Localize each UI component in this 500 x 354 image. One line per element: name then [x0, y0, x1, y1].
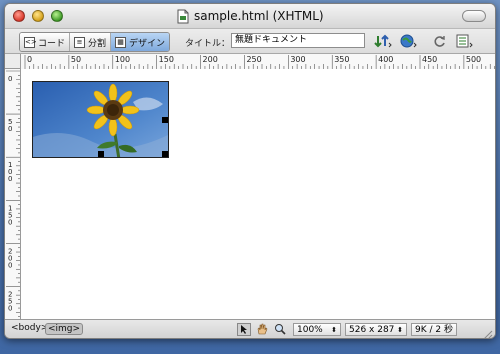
ruler-v-label: 0: [8, 261, 12, 269]
split-view-button[interactable]: ≡ 分割: [70, 33, 112, 51]
ruler-v-label: 0: [8, 125, 12, 133]
zoom-select-arrow-icon: ⬍: [331, 326, 337, 334]
ruler-origin[interactable]: [5, 54, 21, 69]
ruler-h-label: 50: [71, 55, 81, 64]
ruler-h-label: 200: [203, 55, 218, 64]
download-size-value: 9K / 2 秒: [415, 325, 453, 335]
design-view-button[interactable]: ▦ デザイン: [111, 33, 170, 51]
zoom-button[interactable]: [51, 10, 63, 22]
page-title-input[interactable]: [231, 33, 365, 48]
resize-handle-bottom[interactable]: [98, 151, 104, 157]
ruler-h-label: 0: [27, 55, 32, 64]
split-view-icon: ≡: [74, 36, 86, 48]
zoom-select[interactable]: 100% ⬍: [293, 323, 341, 336]
ruler-h-label: 350: [334, 55, 349, 64]
pointer-tool-icon[interactable]: [237, 323, 251, 336]
tag-selector-img[interactable]: <img>: [45, 323, 84, 335]
view-options-icon[interactable]: [455, 33, 475, 49]
design-view-label: デザイン: [129, 38, 166, 49]
window-size-arrow-icon: ⬍: [397, 326, 403, 334]
title-bar[interactable]: sample.html (XHTML): [5, 4, 495, 29]
vertical-ruler-ticks: 050100150200250: [6, 70, 20, 317]
ruler-h-label: 150: [159, 55, 174, 64]
vertical-ruler: 050100150200250: [5, 69, 21, 319]
resize-grip-icon[interactable]: [481, 326, 493, 338]
ruler-h-label: 100: [115, 55, 130, 64]
hand-tool-icon[interactable]: [255, 323, 269, 336]
close-button[interactable]: [13, 10, 25, 22]
ruler-v-label: 0: [8, 218, 12, 226]
horizontal-ruler: 0 50 100 150 200 250 300 350 400 450 500: [21, 54, 495, 70]
document-window: sample.html (XHTML) <> コード ≡ 分割 ▦ デザイン タ…: [4, 3, 496, 339]
resize-handle-right[interactable]: [162, 117, 168, 123]
download-size-readout: 9K / 2 秒: [411, 323, 457, 336]
code-view-icon: <>: [24, 36, 37, 48]
ruler-h-label: 300: [290, 55, 305, 64]
code-view-button[interactable]: <> コード: [20, 33, 71, 51]
document-icon: [177, 9, 189, 24]
preview-browser-icon[interactable]: [399, 33, 419, 49]
ruler-h-label: 500: [466, 55, 481, 64]
file-management-icon[interactable]: [373, 33, 393, 49]
zoom-tool-icon[interactable]: [273, 323, 287, 336]
zoom-value: 100%: [297, 325, 323, 335]
window-size-select[interactable]: 526 x 287 ⬍: [345, 323, 407, 336]
view-switcher: <> コード ≡ 分割 ▦ デザイン: [19, 32, 171, 52]
window-title: sample.html (XHTML): [177, 8, 324, 24]
ruler-v-label: 0: [8, 175, 12, 183]
design-view-icon: ▦: [115, 36, 127, 48]
ruler-h-label: 450: [422, 55, 437, 64]
status-bar: <body> <img> 100% ⬍ 526 x 287 ⬍ 9K / 2 秒: [5, 319, 495, 338]
design-canvas[interactable]: [21, 69, 495, 319]
ruler-h-label: 250: [246, 55, 261, 64]
ruler-h-label: 400: [378, 55, 393, 64]
sunflower-image[interactable]: [32, 81, 169, 158]
window-title-text: sample.html (XHTML): [194, 9, 324, 23]
window-size-value: 526 x 287: [349, 325, 395, 335]
minimize-button[interactable]: [32, 10, 44, 22]
horizontal-ruler-ticks: 0 50 100 150 200 250 300 350 400 450 500: [24, 55, 495, 69]
refresh-icon[interactable]: [431, 33, 447, 49]
ruler-v-label: 0: [8, 305, 12, 313]
tag-selector-body[interactable]: <body>: [11, 323, 48, 333]
document-toolbar: <> コード ≡ 分割 ▦ デザイン タイトル：: [5, 29, 495, 54]
ruler-v-label: 0: [8, 75, 12, 83]
split-view-label: 分割: [88, 38, 107, 49]
code-view-label: コード: [38, 38, 66, 49]
toolbar-toggle-button[interactable]: [462, 10, 486, 22]
page-title-label: タイトル：: [185, 39, 231, 49]
resize-handle-corner[interactable]: [162, 151, 168, 157]
